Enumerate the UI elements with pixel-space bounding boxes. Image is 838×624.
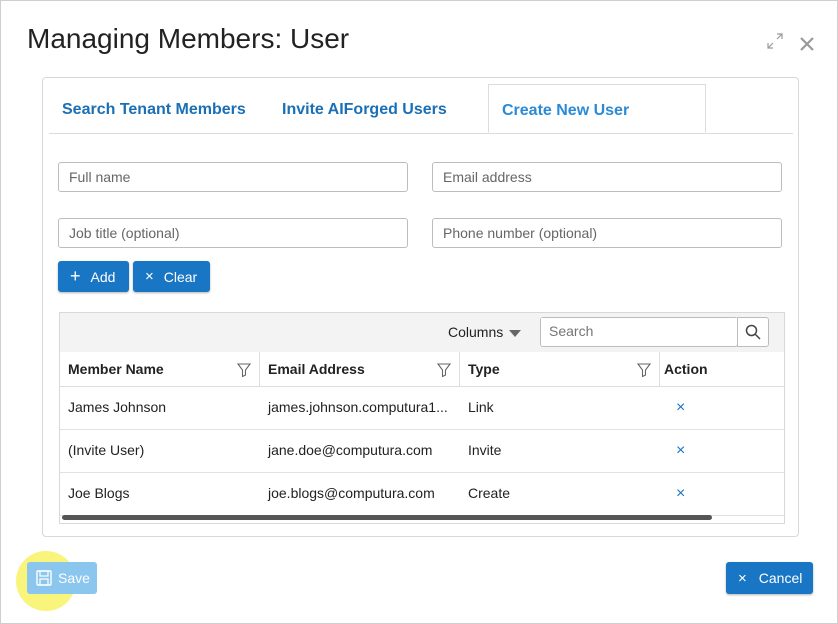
email-field[interactable]	[432, 162, 782, 192]
cell-member-name: James Johnson	[68, 399, 167, 415]
cancel-button[interactable]: × Cancel	[726, 562, 813, 594]
members-panel: Search Tenant Members Invite AIForged Us…	[42, 77, 799, 537]
dialog-title: Managing Members: User	[27, 23, 350, 54]
header-action: Action	[660, 352, 784, 386]
save-button-label: Save	[58, 570, 90, 586]
tab-create-new-user[interactable]: Create New User	[488, 84, 706, 133]
cell-member-name: (Invite User)	[68, 442, 145, 458]
remove-icon[interactable]: ×	[660, 386, 784, 429]
cell-type: Create	[468, 485, 511, 501]
members-grid: Columns Member Name Email Address	[59, 312, 785, 524]
header-label: Email Address	[268, 361, 365, 377]
header-email-address[interactable]: Email Address	[260, 352, 460, 386]
remove-icon[interactable]: ×	[660, 429, 784, 472]
job-title-field[interactable]	[58, 218, 408, 248]
plus-icon: +	[70, 266, 81, 286]
save-button[interactable]: Save	[27, 562, 97, 594]
add-button[interactable]: + Add	[58, 261, 129, 292]
cell-email: joe.blogs@computura.com	[268, 485, 435, 501]
columns-label: Columns	[448, 324, 504, 340]
x-icon: ×	[738, 569, 747, 587]
cell-email: jane.doe@computura.com	[268, 442, 433, 458]
caret-down-icon	[509, 329, 522, 337]
header-member-name[interactable]: Member Name	[60, 352, 260, 386]
clear-button-label: Clear	[163, 268, 198, 285]
table-row: James Johnson james.johnson.computura1..…	[60, 386, 784, 430]
cell-member-name: Joe Blogs	[68, 485, 130, 501]
table-row: Joe Blogs joe.blogs@computura.com Create…	[60, 472, 784, 516]
header-label: Member Name	[68, 361, 164, 377]
full-name-field[interactable]	[58, 162, 408, 192]
tab-search-tenant-members[interactable]: Search Tenant Members	[62, 84, 246, 133]
save-icon	[36, 570, 52, 586]
clear-button[interactable]: × Clear	[133, 261, 210, 292]
search-icon	[745, 324, 761, 340]
manage-members-dialog: Managing Members: User Search Tenant Mem…	[0, 0, 838, 624]
filter-icon[interactable]	[237, 363, 251, 377]
header-label: Action	[664, 361, 708, 377]
remove-icon[interactable]: ×	[660, 472, 784, 515]
grid-search-box[interactable]	[540, 317, 738, 347]
filter-icon[interactable]	[637, 363, 651, 377]
header-type[interactable]: Type	[460, 352, 660, 386]
grid-toolbar: Columns	[60, 313, 784, 353]
grid-search-input[interactable]	[541, 318, 737, 344]
table-row: (Invite User) jane.doe@computura.com Inv…	[60, 429, 784, 473]
tab-bar: Search Tenant Members Invite AIForged Us…	[49, 84, 793, 134]
grid-header: Member Name Email Address Type Action	[60, 352, 784, 387]
cell-email: james.johnson.computura1...	[268, 399, 448, 415]
cancel-button-label: Cancel	[758, 570, 803, 586]
horizontal-scrollbar[interactable]	[62, 515, 712, 520]
header-label: Type	[468, 361, 500, 377]
cell-type: Invite	[468, 442, 502, 458]
search-button[interactable]	[737, 317, 769, 347]
x-icon: ×	[145, 268, 154, 285]
columns-menu-button[interactable]: Columns	[448, 324, 522, 340]
close-icon[interactable]	[799, 36, 815, 55]
phone-number-field[interactable]	[432, 218, 782, 248]
filter-icon[interactable]	[437, 363, 451, 377]
expand-icon[interactable]	[767, 33, 783, 52]
tab-invite-aiforged-users[interactable]: Invite AIForged Users	[282, 84, 447, 133]
cell-type: Link	[468, 399, 494, 415]
add-button-label: Add	[90, 268, 116, 285]
